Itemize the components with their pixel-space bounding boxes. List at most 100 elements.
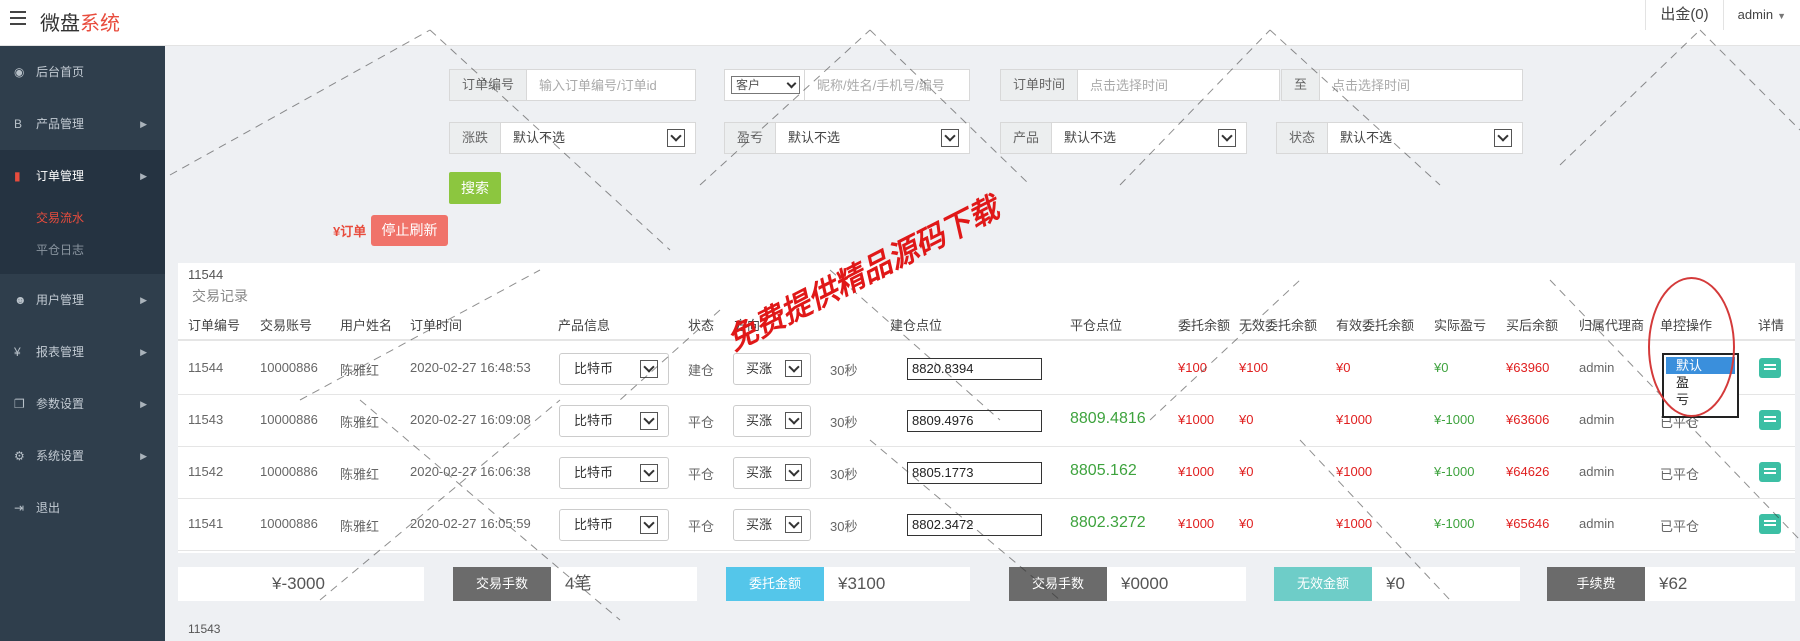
highlight-circle [1648,277,1735,417]
order-no-input[interactable] [527,70,695,100]
pl-select[interactable]: 默认不选 [776,123,969,153]
agent: admin [1579,464,1615,479]
chevron-down-icon [1494,129,1512,147]
direction-value: 买涨 [746,361,773,376]
submenu-item[interactable]: 平仓日志 [0,234,165,266]
summary-value: ¥3100 [838,574,886,593]
product-select[interactable]: 比特币 [559,509,669,541]
summary-label [178,567,258,601]
submenu-item[interactable]: 交易流水 [0,202,165,234]
column-header: 订单时间 [410,318,463,333]
summary-box: ¥-3000 [178,567,424,601]
order-no-filter: 订单编号 [449,69,696,101]
sidebar-item-logout[interactable]: ⇥ 退出 [0,482,165,534]
sidebar-item-gears[interactable]: ⚙ 系统设置 ▶ [0,430,165,482]
user-name: admin [1737,7,1774,22]
top-right-actions: 出金(0) admin ▼ [1645,0,1800,30]
chevron-down-icon [785,464,802,481]
column-header: 平仓点位 [1070,318,1123,333]
order-time-label: 订单时间 [1001,70,1079,100]
search-button[interactable]: 搜索 [449,172,501,204]
detail-icon[interactable] [1759,410,1781,430]
detail-icon[interactable] [1759,358,1781,378]
gears-icon: ⚙ [14,449,25,463]
period: 30秒 [830,467,858,482]
order-no-label: 订单编号 [450,70,528,100]
valid-balance: ¥0 [1336,360,1351,375]
chevron-down-icon [785,360,802,377]
direction-select[interactable]: 买涨 [733,405,811,437]
order-no: 11544 [188,360,224,375]
entrust-balance: ¥100 [1178,360,1207,375]
after-balance: ¥63960 [1506,360,1550,375]
summary-label: 无效金额 [1274,567,1372,601]
customer-type-select[interactable]: 客户 [725,70,805,100]
invalid-balance: ¥0 [1239,516,1254,531]
product-select[interactable]: 默认不选 [1052,123,1246,153]
account: 10000886 [260,516,318,531]
table-row: 11543 10000886 陈雅红 2020-02-27 16:09:08 比特币 平仓… [178,395,1795,447]
time-start-input[interactable] [1078,70,1279,100]
valid-balance: ¥1000 [1336,516,1373,531]
column-header: 建仓点位 [890,318,943,333]
yen-icon: ¥ [14,345,21,359]
open-price-input[interactable]: 8805.1773 [907,462,1042,484]
customer-input[interactable] [805,70,969,100]
sidebar-item-orders[interactable]: ▮ 订单管理 ▶ [0,150,165,202]
direction-select[interactable]: 买涨 [733,353,811,385]
user-name: 陈雅红 [340,415,380,430]
detail-icon[interactable] [1759,462,1781,482]
open-price-input[interactable]: 8802.3472 [907,514,1042,536]
detail-icon[interactable] [1759,514,1781,534]
withdraw-button[interactable]: 出金(0) [1645,0,1724,30]
table-row: 11544 10000886 陈雅红 2020-02-27 16:48:53 比特币 建仓… [178,343,1795,395]
column-header: 委托余额 [1178,318,1231,333]
bottom-order-id: 11543 [188,622,221,636]
column-header: 产品信息 [558,318,611,333]
product-value: 默认不选 [1064,130,1117,145]
sidebar-item-params[interactable]: ❐ 参数设置 ▶ [0,378,165,430]
product-filter: 产品 默认不选 [1000,122,1247,154]
status-filter: 状态 默认不选 [1276,122,1523,154]
agent: admin [1579,516,1615,531]
summary-value: ¥0 [1386,574,1405,593]
order-time: 2020-02-27 16:06:38 [410,464,531,479]
pl-label: 盈亏 [725,123,777,153]
time-end-input[interactable] [1320,70,1522,100]
status-select[interactable]: 默认不选 [1328,123,1522,153]
product-select[interactable]: 比特币 [559,457,669,489]
menu-toggle-icon[interactable] [10,11,26,25]
user-menu[interactable]: admin ▼ [1724,0,1800,30]
rise-fall-select[interactable]: 默认不选 [501,123,695,153]
period: 30秒 [830,519,858,534]
params-icon: ❐ [14,397,25,411]
order-no: 11542 [188,464,224,479]
user-name: 陈雅红 [340,363,380,378]
sidebar-item-dashboard[interactable]: ◉ 后台首页 [0,46,165,98]
rise-fall-value: 默认不选 [513,130,566,145]
stop-refresh-button[interactable]: 停止刷新 [371,215,448,246]
sidebar-item-bitcoin[interactable]: B 产品管理 ▶ [0,98,165,150]
brand-logo[interactable]: 微盘系统 [40,7,120,36]
sidebar-item-yen[interactable]: ¥ 报表管理 ▶ [0,326,165,378]
dashboard-icon: ◉ [14,65,25,79]
actual-pl: ¥0 [1434,360,1449,375]
sidebar-item-user[interactable]: ☻ 用户管理 ▶ [0,274,165,326]
status: 平仓 [688,519,715,534]
direction-value: 买涨 [746,517,773,532]
account: 10000886 [260,412,318,427]
order-tag: ¥订单 [333,224,367,239]
period: 30秒 [830,415,858,430]
open-price-input[interactable]: 8820.8394 [907,358,1042,380]
actual-pl: ¥-1000 [1434,412,1475,427]
after-balance: ¥63606 [1506,412,1550,427]
order-no: 11543 [188,412,224,427]
account: 10000886 [260,464,318,479]
product-select[interactable]: 比特币 [559,405,669,437]
product-select[interactable]: 比特币 [559,353,669,385]
entrust-balance: ¥1000 [1178,464,1215,479]
direction-select[interactable]: 买涨 [733,457,811,489]
direction-select[interactable]: 买涨 [733,509,811,541]
open-price-input[interactable]: 8809.4976 [907,410,1042,432]
chevron-right-icon: ▶ [140,347,147,357]
